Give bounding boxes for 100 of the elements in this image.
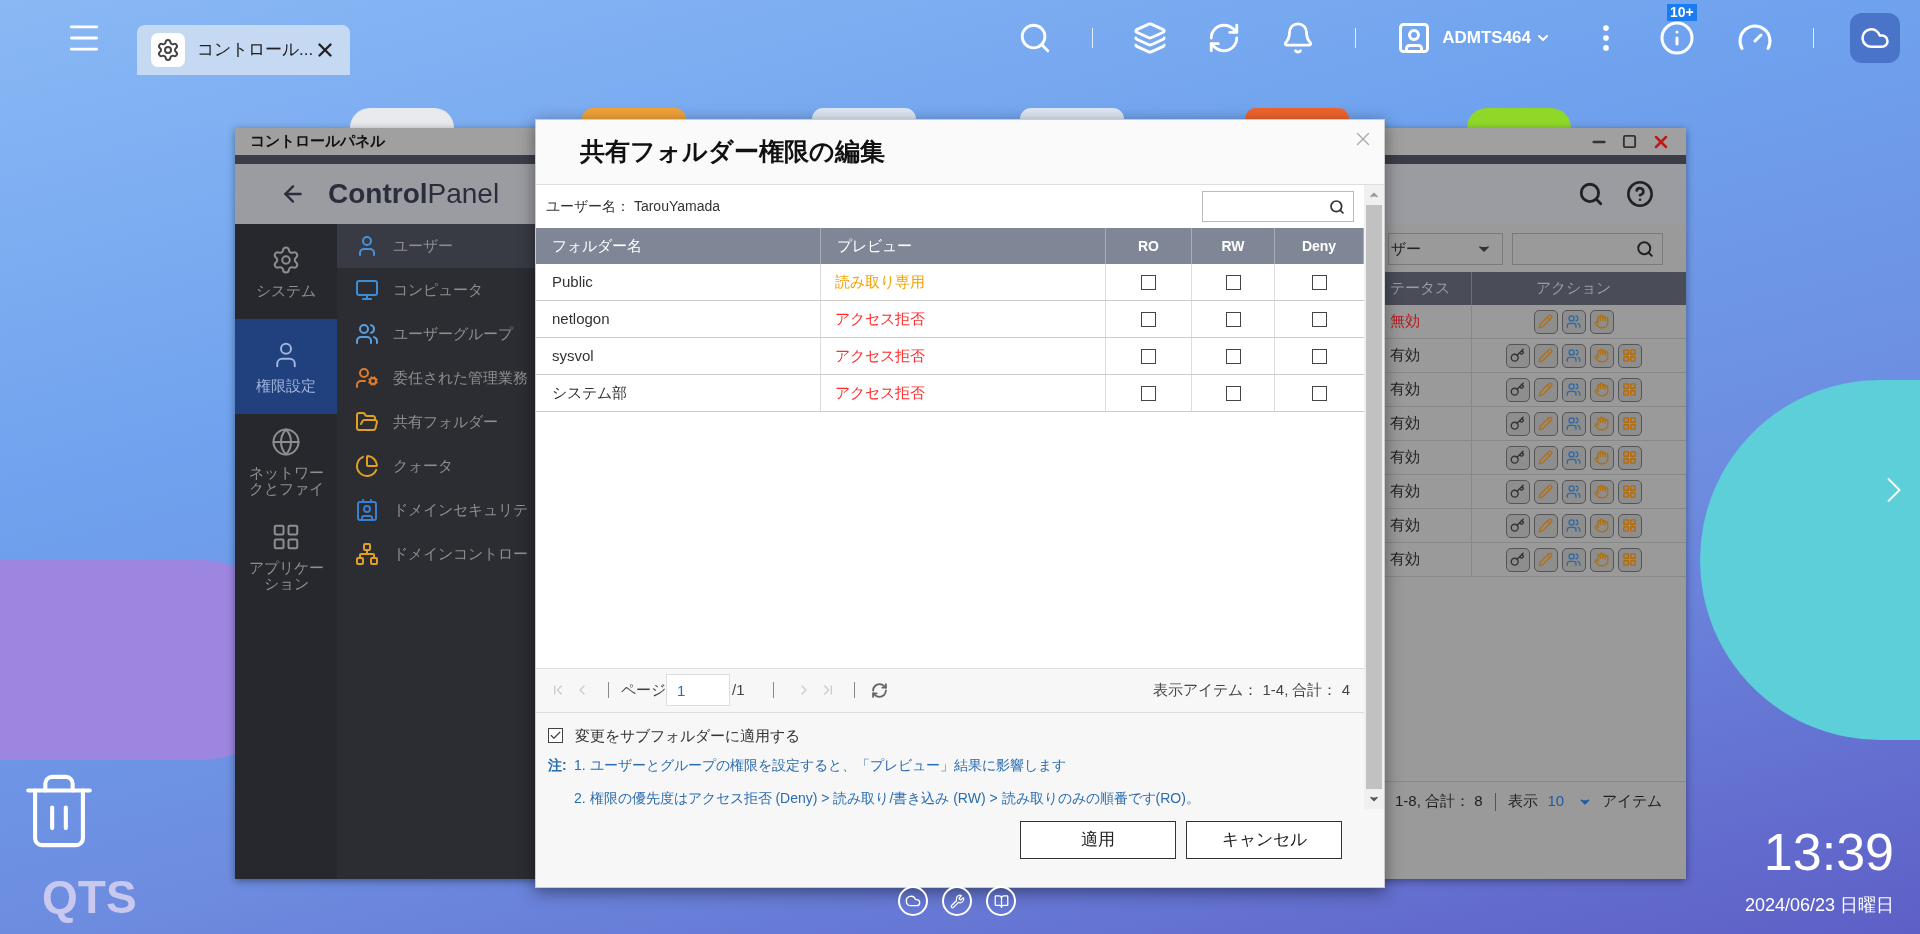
checkbox[interactable] xyxy=(1312,348,1327,364)
folder-cell: sysvol xyxy=(536,338,821,374)
page-field[interactable]: 1 xyxy=(666,674,730,706)
user-name-label: ユーザー名： TarouYamada xyxy=(546,197,721,216)
search-field[interactable] xyxy=(1512,233,1663,265)
pencil-icon[interactable] xyxy=(1533,547,1558,572)
status-cell: 有効 xyxy=(1388,543,1472,576)
grid-icon[interactable] xyxy=(1617,343,1642,368)
pencil-icon[interactable] xyxy=(1533,445,1558,470)
pencil-icon[interactable] xyxy=(1533,513,1558,538)
app-tab[interactable]: コントロール... xyxy=(137,25,350,75)
submenu-item[interactable]: クォータ xyxy=(337,444,535,488)
info-icon[interactable] xyxy=(1659,19,1695,56)
users-icon[interactable] xyxy=(1561,445,1586,470)
folder-cell: Public xyxy=(536,264,821,300)
preview-cell: 読み取り専用 xyxy=(821,264,1106,300)
pencil-icon[interactable] xyxy=(1533,309,1558,334)
key-icon[interactable] xyxy=(1505,513,1530,538)
hand-icon[interactable] xyxy=(1589,445,1614,470)
grid-icon[interactable] xyxy=(1617,445,1642,470)
users-icon[interactable] xyxy=(1561,343,1586,368)
help-icon[interactable] xyxy=(1626,180,1654,208)
nav-item[interactable]: アプリケーション xyxy=(235,509,337,604)
users-icon[interactable] xyxy=(1561,411,1586,436)
grid-icon[interactable] xyxy=(1617,411,1642,436)
key-icon[interactable] xyxy=(1505,445,1530,470)
cancel-button[interactable]: キャンセル xyxy=(1186,821,1342,859)
page-size-dropdown[interactable]: 10 xyxy=(1547,790,1593,813)
checkbox[interactable] xyxy=(1225,348,1241,364)
submenu-item[interactable]: ユーザー xyxy=(337,224,535,268)
app-icon[interactable] xyxy=(812,108,916,119)
checkbox[interactable] xyxy=(1225,274,1241,290)
key-icon[interactable] xyxy=(1505,377,1530,402)
grid-icon[interactable] xyxy=(1617,377,1642,402)
users-icon[interactable] xyxy=(1561,309,1586,334)
pencil-icon[interactable] xyxy=(1533,377,1558,402)
hand-icon[interactable] xyxy=(1589,513,1614,538)
checkbox[interactable] xyxy=(1225,385,1241,401)
grid-icon[interactable] xyxy=(1617,547,1642,572)
users-icon[interactable] xyxy=(1561,513,1586,538)
column-header: テータス xyxy=(1388,272,1472,305)
checkbox[interactable] xyxy=(1225,311,1241,327)
key-icon[interactable] xyxy=(1505,479,1530,504)
layers-icon[interactable] xyxy=(1133,20,1168,55)
app-icon[interactable] xyxy=(1245,108,1349,119)
app-icon[interactable] xyxy=(1467,108,1571,128)
cloud-icon[interactable] xyxy=(1850,12,1900,63)
hand-icon[interactable] xyxy=(1589,343,1614,368)
note-label: 注: xyxy=(548,756,568,775)
globe-icon xyxy=(271,426,301,457)
nav-item[interactable]: ネットワークとファイ xyxy=(235,414,337,509)
app-icon[interactable] xyxy=(1020,108,1124,119)
hand-icon[interactable] xyxy=(1589,309,1614,334)
submenu-item[interactable]: ユーザーグループ xyxy=(337,312,535,356)
users-icon[interactable] xyxy=(1561,479,1586,504)
key-icon[interactable] xyxy=(1505,547,1530,572)
book-icon[interactable] xyxy=(986,886,1016,916)
pencil-icon[interactable] xyxy=(1533,479,1558,504)
key-icon[interactable] xyxy=(1505,343,1530,368)
clock-time: 13:39 xyxy=(1763,822,1894,882)
hand-icon[interactable] xyxy=(1589,377,1614,402)
checkbox[interactable] xyxy=(1312,274,1327,290)
checkbox[interactable] xyxy=(1141,311,1156,327)
users-icon[interactable] xyxy=(1561,547,1586,572)
key-icon[interactable] xyxy=(1505,411,1530,436)
folder-cell: netlogon xyxy=(536,301,821,337)
search-icon[interactable] xyxy=(1578,181,1604,207)
checkbox[interactable] xyxy=(1312,311,1327,327)
apply-button[interactable]: 適用 xyxy=(1020,821,1176,859)
nav-item[interactable]: システム xyxy=(235,224,337,319)
grid-icon[interactable] xyxy=(1617,479,1642,504)
wrench-icon[interactable] xyxy=(942,886,972,916)
checkbox[interactable] xyxy=(548,728,563,744)
grid-icon[interactable] xyxy=(1617,513,1642,538)
checkbox[interactable] xyxy=(1141,274,1156,290)
cloud-icon[interactable] xyxy=(898,886,928,916)
submenu-item[interactable]: 委任された管理業務 xyxy=(337,356,535,400)
pencil-icon[interactable] xyxy=(1533,343,1558,368)
nav-item[interactable]: 権限設定 xyxy=(235,319,337,414)
checkbox[interactable] xyxy=(1141,385,1156,401)
submenu-item[interactable]: 共有フォルダー xyxy=(337,400,535,444)
checkbox[interactable] xyxy=(1312,385,1327,401)
hand-icon[interactable] xyxy=(1589,479,1614,504)
users-icon[interactable] xyxy=(1561,377,1586,402)
submenu-item[interactable]: ドメインコントロー xyxy=(337,532,535,576)
app-icon[interactable] xyxy=(350,108,454,128)
hand-icon[interactable] xyxy=(1589,547,1614,572)
checkbox[interactable] xyxy=(1141,348,1156,364)
search-field[interactable] xyxy=(1202,191,1354,222)
filter-dropdown[interactable]: ザー xyxy=(1388,233,1503,265)
refresh-icon[interactable] xyxy=(870,681,888,699)
pencil-icon[interactable] xyxy=(1533,411,1558,436)
preview-cell: アクセス拒否 xyxy=(821,301,1106,337)
submenu-item[interactable]: ドメインセキュリテ xyxy=(337,488,535,532)
submenu-item[interactable]: コンピュータ xyxy=(337,268,535,312)
hand-icon[interactable] xyxy=(1589,411,1614,436)
user-name[interactable]: ADMTS464 xyxy=(1442,24,1531,51)
maximize-icon[interactable] xyxy=(1622,134,1637,149)
preview-cell: アクセス拒否 xyxy=(821,375,1106,411)
scrollbar[interactable] xyxy=(1364,185,1384,809)
